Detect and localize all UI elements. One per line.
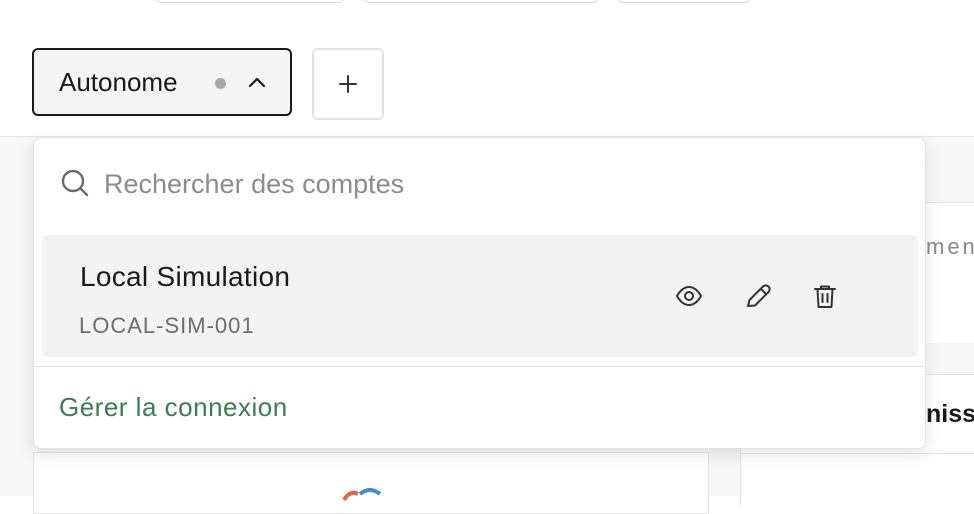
eye-icon — [676, 286, 702, 306]
right-card-partial-text: men — [926, 234, 974, 259]
delete-account-button[interactable] — [810, 281, 840, 311]
account-name: Local Simulation — [80, 261, 291, 292]
account-selector-button[interactable]: Autonome — [32, 48, 292, 116]
right-card-2-partial-text: niss — [926, 400, 974, 428]
plus-icon — [339, 75, 357, 93]
top-button-partial-2[interactable] — [362, 0, 600, 3]
top-button-partial-1[interactable] — [154, 0, 346, 3]
chevron-up-icon — [248, 77, 266, 88]
trash-icon — [814, 285, 836, 308]
account-selector-label: Autonome — [59, 66, 178, 97]
account-list-item[interactable]: Local Simulation LOCAL-SIM-001 — [42, 235, 918, 357]
search-icon — [61, 169, 89, 197]
top-button-partial-3[interactable] — [616, 0, 752, 3]
search-row — [34, 138, 925, 232]
add-account-button[interactable] — [312, 48, 384, 120]
search-accounts-input[interactable] — [104, 160, 884, 208]
account-toolbar: Autonome — [0, 31, 974, 137]
dropdown-divider — [34, 366, 925, 367]
account-id: LOCAL-SIM-001 — [79, 313, 255, 338]
edit-account-button[interactable] — [743, 281, 773, 311]
pencil-icon — [747, 284, 771, 307]
view-account-button[interactable] — [674, 281, 704, 311]
manage-connection-link[interactable]: Gérer la connexion — [59, 392, 288, 423]
right-card-divider — [740, 453, 974, 454]
top-strip — [0, 0, 974, 32]
account-dropdown: Local Simulation LOCAL-SIM-001 Gérer la … — [33, 137, 926, 449]
status-dot — [215, 78, 226, 89]
partial-logo-icon — [342, 488, 382, 502]
